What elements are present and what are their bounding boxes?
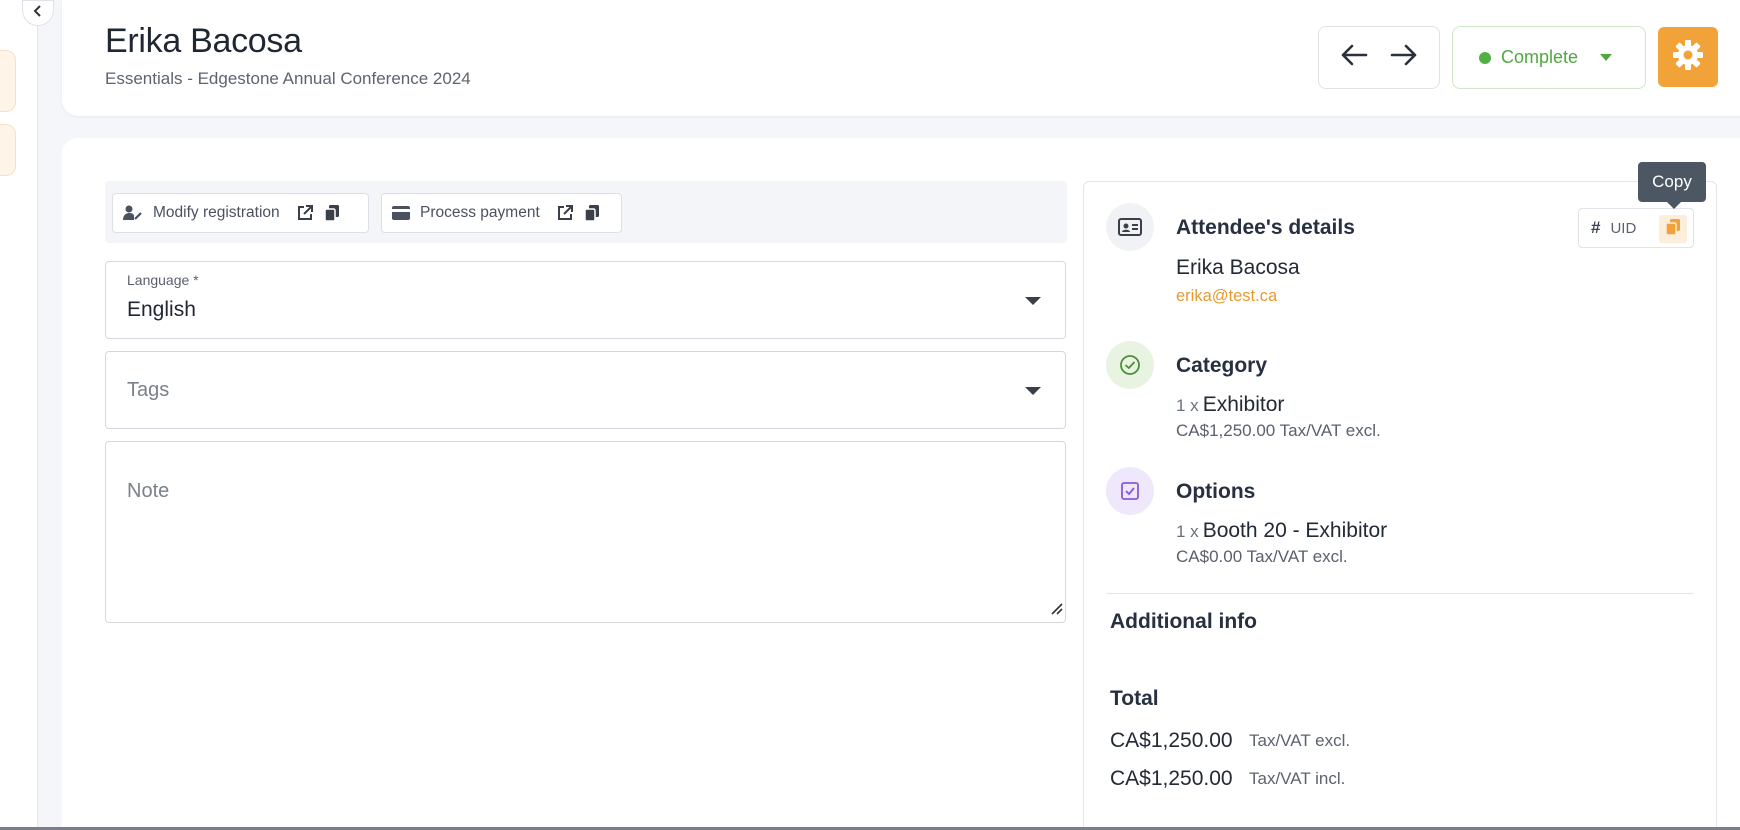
copy-icon [1665, 218, 1681, 241]
total-title: Total [1110, 687, 1159, 710]
sidebar-pill[interactable] [0, 50, 16, 112]
language-label: Language * [127, 272, 199, 288]
category-qty: 1 x [1176, 396, 1199, 415]
attendee-details-title: Attendee's details [1176, 216, 1355, 239]
status-dot [1479, 51, 1491, 64]
caret-down-icon [1025, 297, 1041, 305]
previous-button[interactable] [1332, 36, 1376, 80]
category-title: Category [1176, 354, 1268, 377]
category-item: 1 x Exhibitor [1176, 393, 1284, 417]
additional-info-title: Additional info [1110, 610, 1257, 633]
options-price: CA$0.00 Tax/VAT excl. [1176, 547, 1348, 566]
status-dropdown[interactable]: Complete [1452, 26, 1646, 89]
sidebar-strip [0, 0, 38, 830]
caret-down-icon [1600, 54, 1613, 61]
arrow-right-icon [1390, 44, 1418, 71]
hash-icon: # [1591, 218, 1601, 237]
uid-chip: # UID [1578, 208, 1694, 248]
id-card-icon [1106, 203, 1154, 251]
collapse-sidebar-button[interactable] [22, 0, 54, 26]
modify-registration-label: Modify registration [153, 204, 280, 221]
attendee-name: Erika Bacosa [1176, 256, 1300, 279]
next-button[interactable] [1382, 36, 1426, 80]
tags-placeholder: Tags [127, 379, 170, 401]
language-select[interactable]: Language * English [105, 261, 1066, 339]
arrow-left-icon [1340, 44, 1368, 71]
external-link-icon[interactable] [296, 204, 314, 222]
copy-icon[interactable] [323, 204, 340, 222]
external-link-icon[interactable] [556, 204, 574, 222]
options-qty: 1 x [1176, 522, 1199, 541]
total-excl-label: Tax/VAT excl. [1249, 731, 1351, 750]
check-circle-icon [1106, 341, 1154, 389]
options-title: Options [1176, 480, 1256, 503]
record-navigation [1318, 26, 1440, 89]
page-subtitle: Essentials - Edgestone Annual Conference… [105, 69, 471, 88]
tags-select[interactable]: Tags [105, 351, 1066, 429]
total-incl-label: Tax/VAT incl. [1249, 769, 1346, 788]
gear-icon [1672, 39, 1704, 76]
copy-icon[interactable] [584, 204, 600, 222]
modify-registration-button[interactable]: Modify registration [112, 193, 369, 233]
total-incl-amount: CA$1,250.00 [1110, 767, 1233, 790]
resize-handle-icon[interactable] [1049, 601, 1063, 620]
note-placeholder: Note [127, 480, 170, 502]
category-price: CA$1,250.00 Tax/VAT excl. [1176, 421, 1381, 440]
process-payment-label: Process payment [420, 204, 540, 221]
sidebar-pill[interactable] [0, 124, 16, 176]
note-textarea[interactable]: Note [105, 441, 1066, 623]
language-value: English [127, 298, 196, 321]
settings-button[interactable] [1658, 27, 1718, 87]
divider [1106, 593, 1694, 594]
copy-tooltip: Copy [1638, 162, 1706, 209]
page-title: Erika Bacosa [105, 22, 302, 60]
credit-card-icon [392, 206, 410, 220]
options-item-name: Booth 20 - Exhibitor [1202, 519, 1388, 542]
total-excl-amount: CA$1,250.00 [1110, 729, 1233, 752]
status-label: Complete [1501, 47, 1579, 67]
attendee-email-link[interactable]: erika@test.ca [1176, 287, 1277, 306]
category-item-name: Exhibitor [1202, 393, 1285, 416]
copy-uid-button[interactable] [1659, 215, 1687, 243]
uid-label: UID [1610, 219, 1637, 237]
process-payment-button[interactable]: Process payment [381, 193, 622, 233]
checkbox-icon [1106, 467, 1154, 515]
chevron-left-icon [32, 4, 44, 23]
user-edit-icon [123, 205, 143, 221]
options-item: 1 x Booth 20 - Exhibitor [1176, 519, 1387, 543]
caret-down-icon [1025, 387, 1041, 395]
